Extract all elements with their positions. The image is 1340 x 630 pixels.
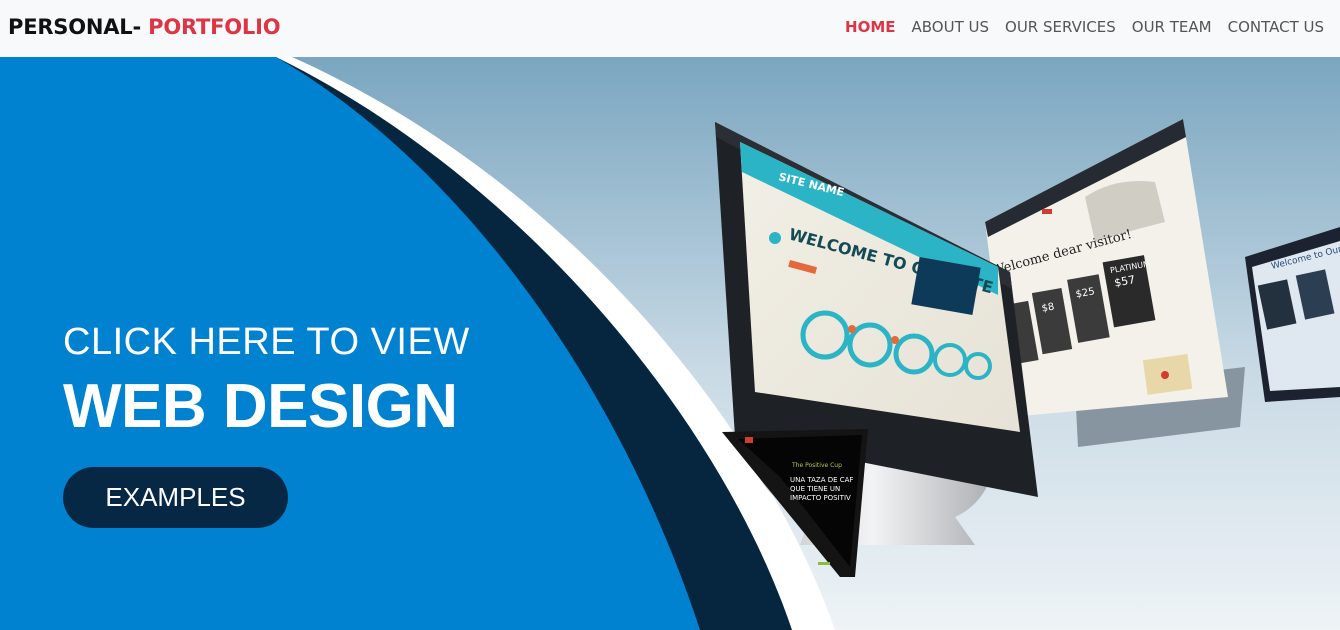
main-nav: HOME ABOUT US OUR SERVICES OUR TEAM CONT… <box>845 17 1324 37</box>
examples-button[interactable]: EXAMPLES <box>63 467 288 528</box>
navbar: PERSONAL- PORTFOLIO HOME ABOUT US OUR SE… <box>0 0 1340 57</box>
nav-about[interactable]: ABOUT US <box>912 17 990 37</box>
laptop-line-3: IMPACTO POSITIV <box>790 494 851 502</box>
hero-line-2: WEB DESIGN <box>63 372 458 441</box>
laptop-heading: The Positive Cup <box>791 462 842 469</box>
nav-services[interactable]: OUR SERVICES <box>1005 17 1116 37</box>
laptop-line-1: UNA TAZA DE CAF <box>790 476 853 484</box>
laptop-line-2: QUE TIENE UN <box>790 485 840 493</box>
price-8: $8 <box>1041 302 1055 315</box>
brand-part-1: PERSONAL- <box>8 15 149 39</box>
nav-home[interactable]: HOME <box>845 17 895 37</box>
brand-part-2: PORTFOLIO <box>148 15 281 39</box>
nav-team[interactable]: OUR TEAM <box>1132 17 1212 37</box>
hero-line-1: CLICK HERE TO VIEW <box>63 321 470 363</box>
brand-logo[interactable]: PERSONAL- PORTFOLIO <box>8 13 281 41</box>
hero-banner[interactable]: Welcome to Our Site Welcome dear visitor… <box>0 57 1340 630</box>
nav-contact[interactable]: CONTACT US <box>1228 17 1324 37</box>
hero-text: CLICK HERE TO VIEW WEB DESIGN <box>63 320 470 442</box>
